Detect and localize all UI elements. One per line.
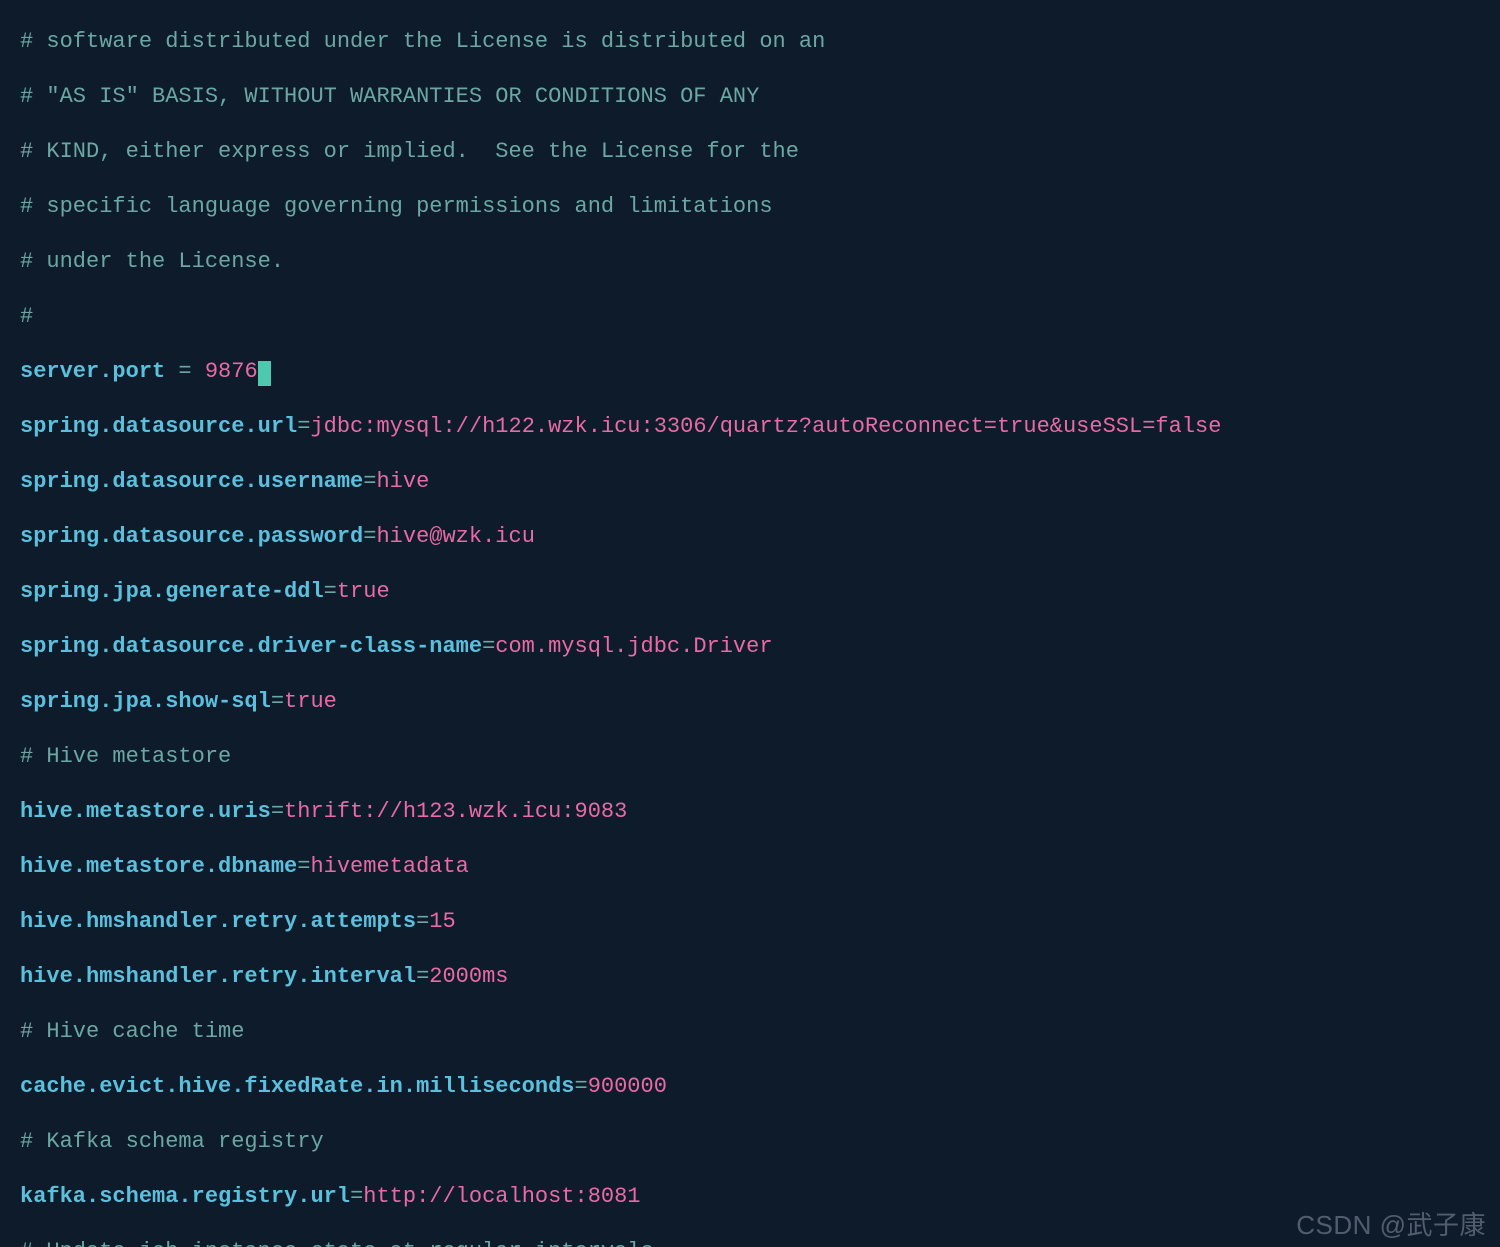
equals-sign: = [416,909,429,934]
comment-line: # software distributed under the License… [20,29,825,54]
equals-sign: = [350,1184,363,1209]
prop-key: spring.jpa.show-sql [20,689,271,714]
comment-line: # specific language governing permission… [20,194,773,219]
equals-sign: = [271,799,284,824]
prop-value: hivemetadata [310,854,468,879]
prop-value: true [284,689,337,714]
prop-value: thrift://h123.wzk.icu:9083 [284,799,627,824]
prop-value: 9876 [205,359,258,384]
equals-sign: = [416,964,429,989]
prop-key: hive.hmshandler.retry.interval [20,964,416,989]
prop-key: spring.datasource.password [20,524,363,549]
prop-key: cache.evict.hive.fixedRate.in.millisecon… [20,1074,575,1099]
equals-sign: = [575,1074,588,1099]
prop-key: kafka.schema.registry.url [20,1184,350,1209]
prop-value: com.mysql.jdbc.Driver [495,634,772,659]
equals-sign: = [363,524,376,549]
prop-key: server.port [20,359,165,384]
equals-sign: = [297,414,310,439]
comment-line: # KIND, either express or implied. See t… [20,139,799,164]
equals-sign: = [271,689,284,714]
watermark: CSDN @武子康 [1296,1209,1486,1242]
comment-line: # Hive cache time [20,1019,244,1044]
prop-value: hive@wzk.icu [376,524,534,549]
equals-sign: = [297,854,310,879]
prop-value: http://localhost:8081 [363,1184,640,1209]
text-cursor [258,361,271,385]
prop-key: spring.datasource.driver-class-name [20,634,482,659]
code-editor[interactable]: # software distributed under the License… [0,0,1500,1247]
prop-key: spring.datasource.username [20,469,363,494]
prop-key: spring.jpa.generate-ddl [20,579,324,604]
prop-key: hive.metastore.uris [20,799,271,824]
equals-sign: = [324,579,337,604]
comment-line: # Update job instance state at regular i… [20,1239,654,1247]
equals-sign: = [482,634,495,659]
prop-value: 2000ms [429,964,508,989]
prop-key: hive.metastore.dbname [20,854,297,879]
prop-value: jdbc:mysql://h122.wzk.icu:3306/quartz?au… [310,414,1221,439]
prop-key: spring.datasource.url [20,414,297,439]
comment-line: # [20,304,33,329]
prop-value: 15 [429,909,455,934]
equals-sign: = [363,469,376,494]
comment-line: # under the License. [20,249,284,274]
comment-line: # Hive metastore [20,744,231,769]
prop-key: hive.hmshandler.retry.attempts [20,909,416,934]
prop-value: true [337,579,390,604]
comment-line: # "AS IS" BASIS, WITHOUT WARRANTIES OR C… [20,84,759,109]
prop-value: hive [376,469,429,494]
comment-line: # Kafka schema registry [20,1129,324,1154]
equals-sign: = [165,359,205,384]
prop-value: 900000 [588,1074,667,1099]
